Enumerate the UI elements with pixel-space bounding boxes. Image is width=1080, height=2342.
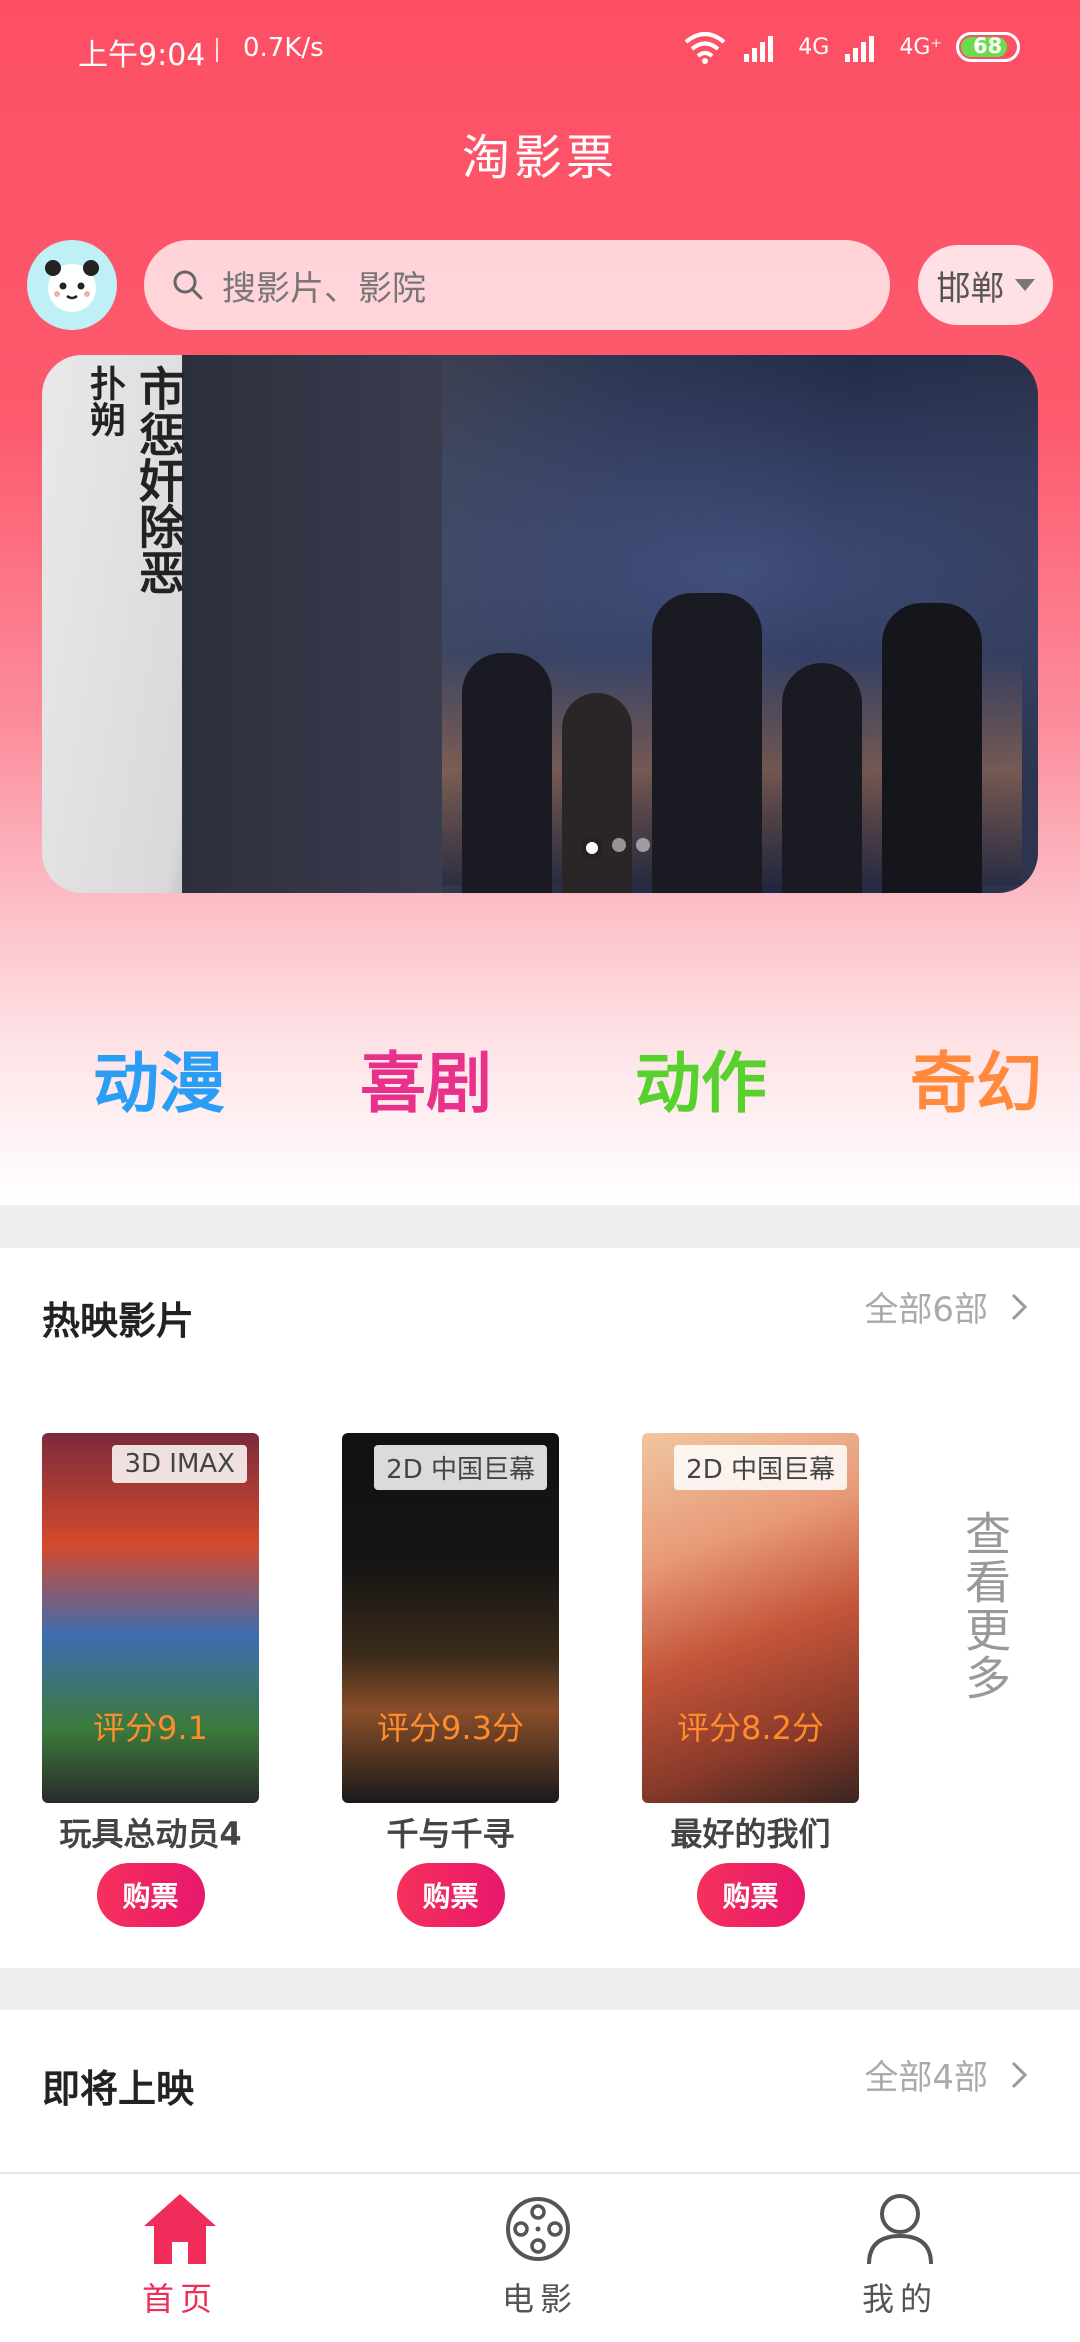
buy-ticket-button[interactable]: 购票 (396, 1863, 505, 1927)
search-input[interactable]: 搜影片、影院 (144, 240, 890, 330)
signal-icon-2 (845, 36, 875, 62)
home-icon (144, 2194, 216, 2264)
section-title: 即将上映 (42, 2067, 195, 2111)
film-reel-icon (506, 2197, 570, 2261)
format-tag: 2D 中国巨幕 (374, 1445, 547, 1490)
see-more-link[interactable]: 查看更多 (952, 1510, 1018, 1702)
nav-label: 首页 (141, 2280, 218, 2318)
banner-figure-1 (462, 653, 552, 893)
movie-title: 最好的我们 (670, 1815, 831, 1853)
search-placeholder: 搜影片、影院 (222, 268, 426, 309)
network-type-2: 4G⁺ (899, 34, 942, 60)
banner-side-text: 扑朔 (84, 365, 125, 437)
carousel-dot[interactable] (636, 838, 650, 852)
chevron-right-icon (1011, 1293, 1028, 1320)
bottom-nav: 首页 电影 我的 (0, 2172, 1080, 2342)
battery-level: 68 (973, 34, 1003, 58)
category-fantasy[interactable]: 奇幻 (910, 1030, 1042, 1126)
movie-poster[interactable]: 3D IMAX 评分9.1 (42, 1433, 259, 1803)
movie-poster[interactable]: 2D 中国巨幕 评分9.3分 (342, 1433, 559, 1803)
status-separator (216, 38, 218, 62)
signal-icon-1 (744, 36, 774, 62)
format-tag: 3D IMAX (112, 1445, 247, 1483)
movie-score: 评分9.1 (93, 1709, 208, 1747)
view-all-hot-link[interactable]: 全部6部 (864, 1282, 1028, 1331)
app-title: 淘影票 (461, 130, 618, 186)
chevron-right-icon (1011, 2061, 1028, 2088)
caret-down-icon (1014, 279, 1035, 291)
carousel-dot[interactable] (582, 838, 602, 858)
status-bar: 上午9:04 0.7K/s 4G 4G⁺ 68 (0, 0, 1080, 100)
nav-movies[interactable]: 电影 (440, 2192, 640, 2320)
movie-poster[interactable]: 2D 中国巨幕 评分8.2分 (642, 1433, 859, 1803)
search-icon (173, 270, 203, 300)
city-selector[interactable]: 邯郸 (918, 245, 1053, 325)
buy-ticket-button[interactable]: 购票 (96, 1863, 205, 1927)
movie-score: 评分8.2分 (677, 1709, 824, 1747)
user-icon (867, 2194, 933, 2265)
view-all-upcoming-link[interactable]: 全部4部 (864, 2050, 1028, 2099)
city-name: 邯郸 (936, 268, 1005, 309)
status-time: 上午9:04 (78, 38, 206, 73)
movie-card[interactable]: 3D IMAX 评分9.1 玩具总动员4 购票 (42, 1433, 259, 1927)
buy-ticket-button[interactable]: 购票 (696, 1863, 805, 1927)
banner-figure-5 (882, 603, 982, 893)
movie-card[interactable]: 2D 中国巨幕 评分8.2分 最好的我们 购票 (642, 1433, 859, 1927)
banner-figure-2 (562, 693, 632, 893)
movie-title: 玩具总动员4 (59, 1815, 242, 1853)
banner-figure-3 (652, 593, 762, 893)
banner-tagline: 市惩奸除恶 (132, 365, 186, 595)
banner-carousel[interactable]: 扑朔 市惩奸除恶 (42, 355, 1038, 893)
movie-card[interactable]: 2D 中国巨幕 评分9.3分 千与千寻 购票 (342, 1433, 559, 1927)
format-tag: 2D 中国巨幕 (674, 1445, 847, 1490)
upcoming-section: 即将上映 全部4部 (0, 2010, 1080, 2172)
carousel-dot[interactable] (612, 838, 626, 852)
nav-label: 电影 (501, 2280, 578, 2318)
view-all-label: 全部6部 (864, 1290, 988, 1330)
movie-score: 评分9.3分 (377, 1709, 524, 1747)
status-net-speed: 0.7K/s (243, 33, 324, 63)
nav-label: 我的 (861, 2280, 938, 2318)
section-title: 热映影片 (42, 1299, 195, 1343)
status-right-group: 4G 4G⁺ 68 (682, 30, 1020, 64)
movie-title: 千与千寻 (386, 1815, 515, 1853)
category-animation[interactable]: 动漫 (93, 1030, 225, 1126)
nav-mine[interactable]: 我的 (800, 2192, 1000, 2320)
network-type-1: 4G (798, 34, 830, 60)
banner-figure-4 (782, 663, 862, 893)
nav-home[interactable]: 首页 (80, 2192, 280, 2320)
wifi-icon (684, 32, 726, 64)
carousel-indicator (582, 838, 650, 858)
panda-avatar-icon (45, 260, 99, 312)
category-action[interactable]: 动作 (635, 1030, 767, 1126)
banner-coat (182, 355, 442, 893)
battery-icon: 68 (956, 32, 1020, 62)
view-all-label: 全部4部 (864, 2058, 988, 2098)
category-comedy[interactable]: 喜剧 (360, 1030, 492, 1126)
avatar[interactable] (27, 240, 117, 330)
